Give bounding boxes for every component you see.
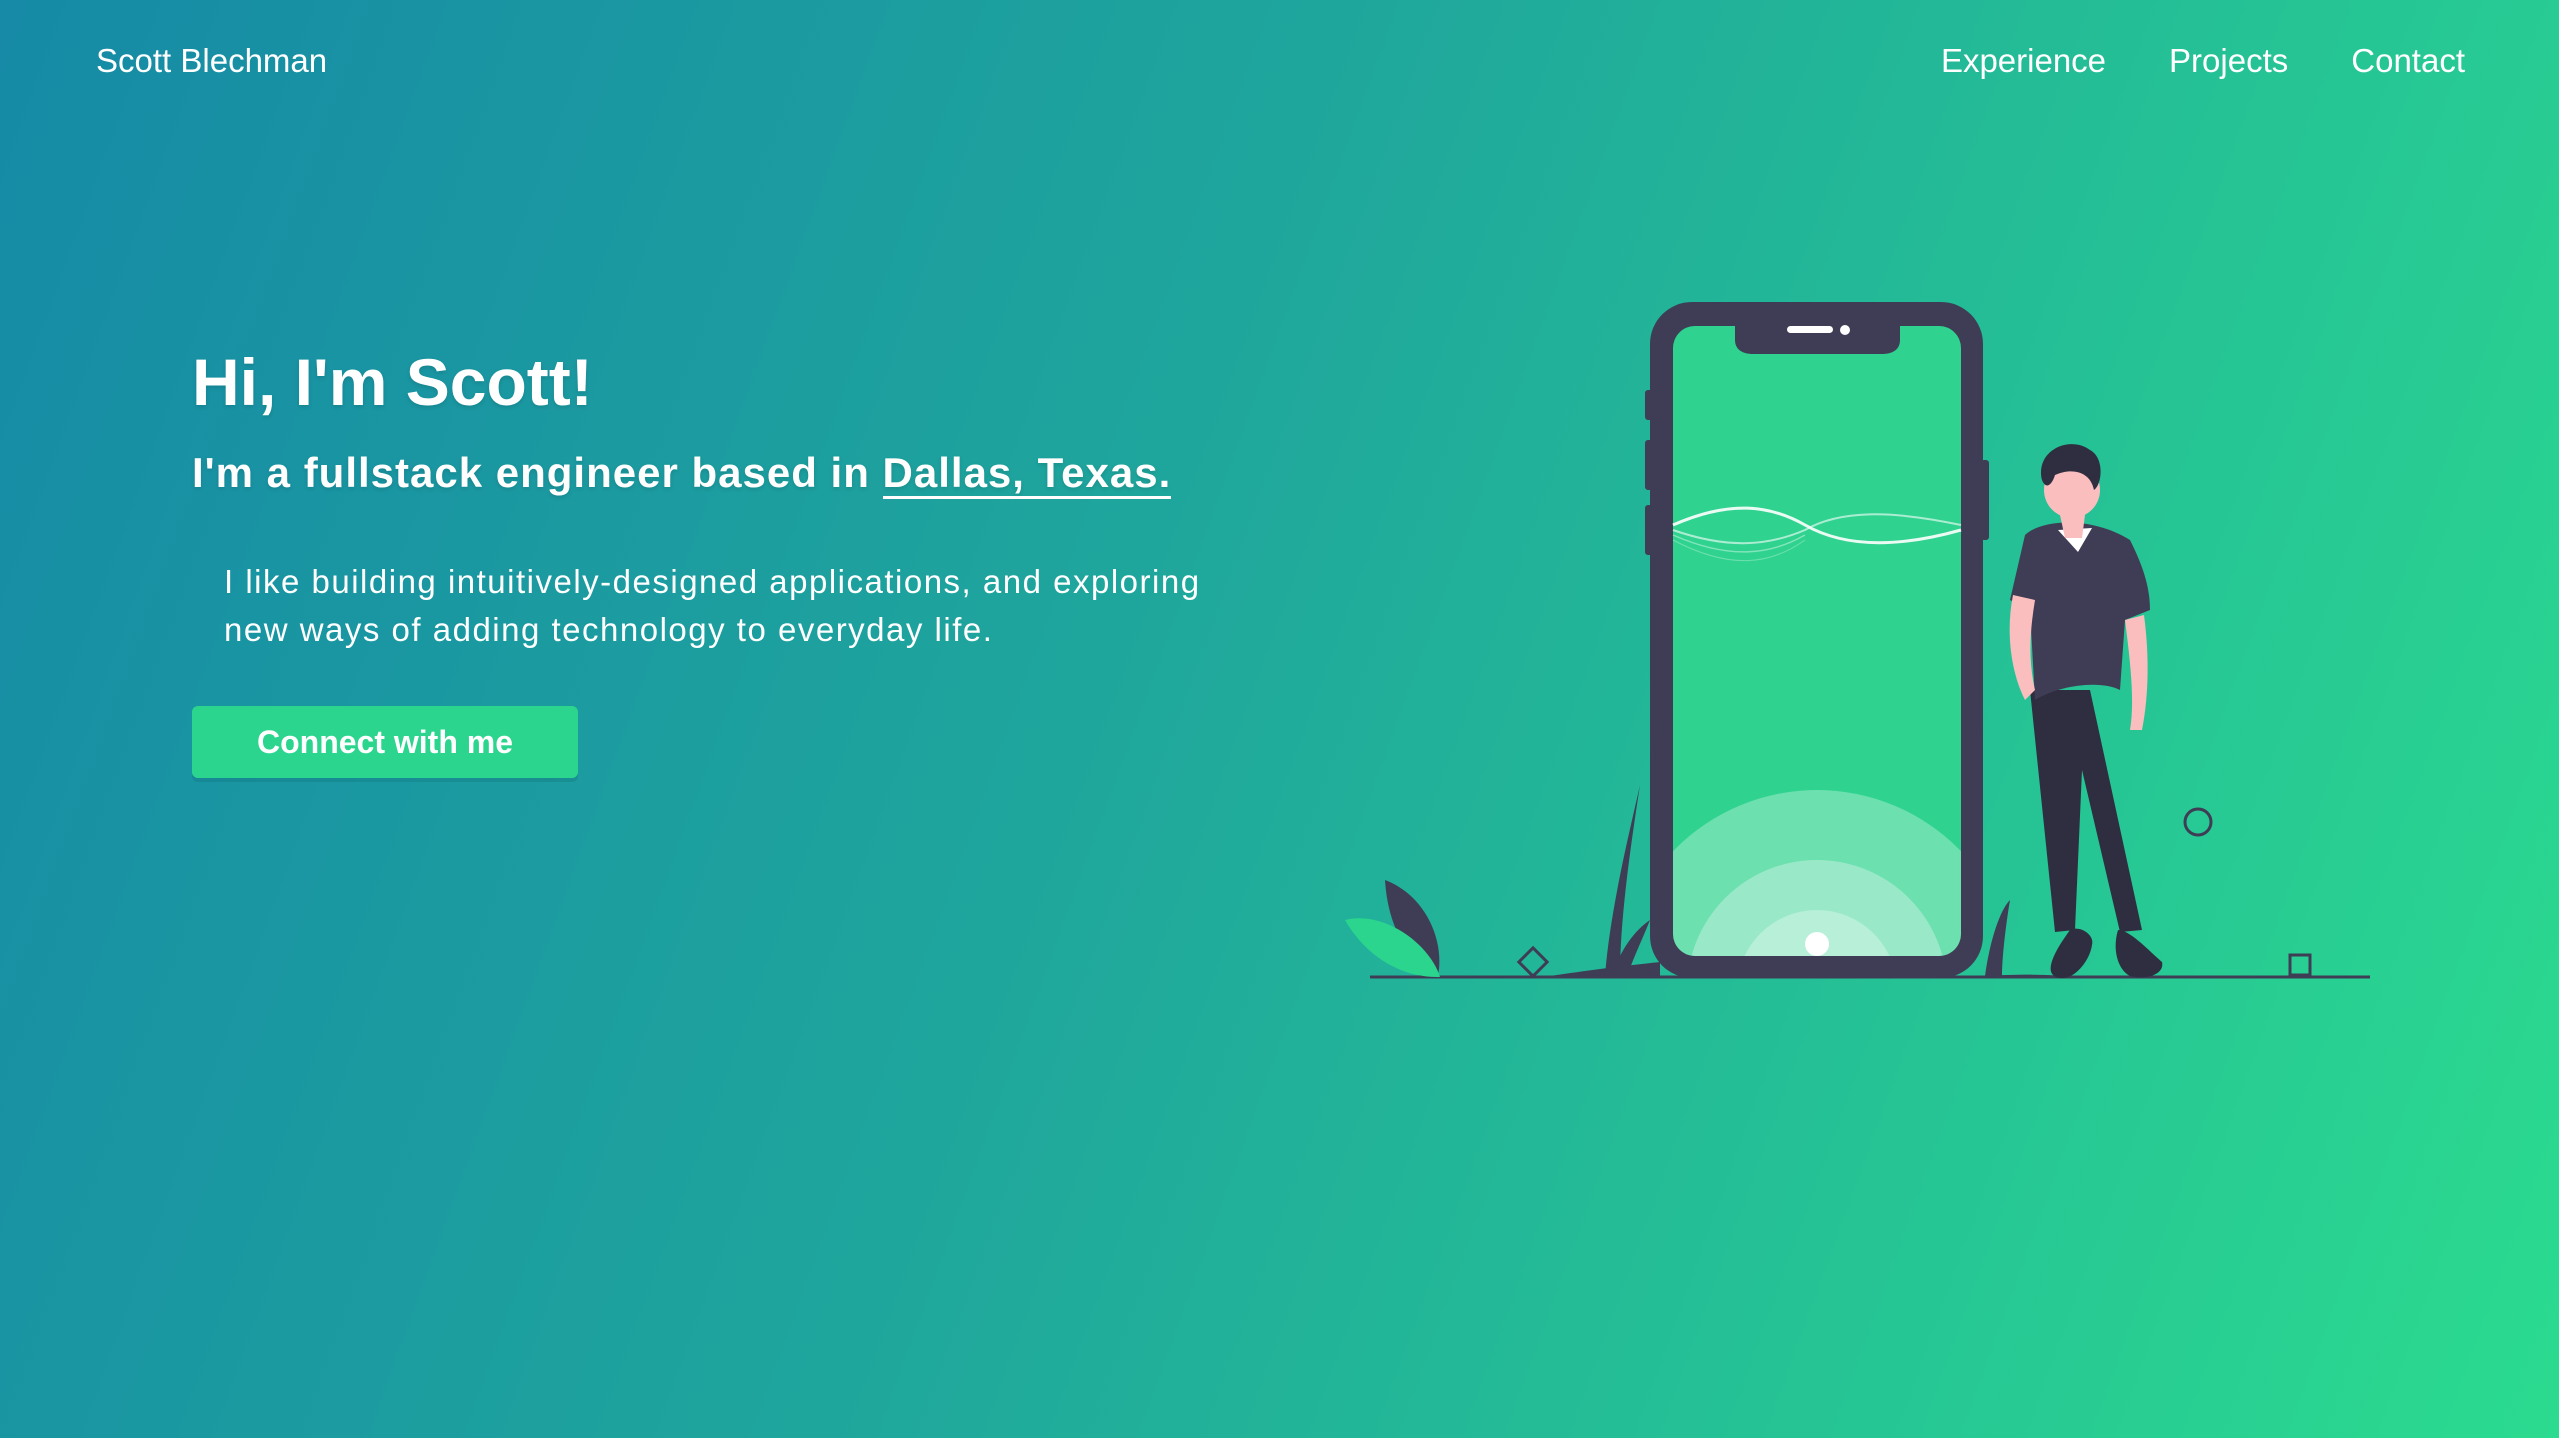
- hero-subtitle-text: I'm a fullstack engineer based in: [192, 449, 883, 496]
- nav-link-contact[interactable]: Contact: [2351, 42, 2465, 80]
- nav-link-experience[interactable]: Experience: [1941, 42, 2106, 80]
- hero-title: Hi, I'm Scott!: [192, 345, 593, 419]
- hero-subtitle: I'm a fullstack engineer based in Dallas…: [192, 444, 1292, 502]
- connect-button[interactable]: Connect with me: [192, 706, 578, 778]
- hero-section: Hi, I'm Scott! I'm a fullstack engineer …: [192, 340, 1292, 778]
- person-leaning-on-phone-illustration: [1345, 302, 2370, 979]
- brand-link[interactable]: Scott Blechman: [96, 42, 327, 80]
- hero-description: I like building intuitively-designed app…: [224, 563, 1201, 648]
- location-link[interactable]: Dallas, Texas.: [882, 449, 1172, 499]
- nav-link-projects[interactable]: Projects: [2169, 42, 2288, 80]
- top-nav: Experience Projects Contact: [1941, 42, 2465, 80]
